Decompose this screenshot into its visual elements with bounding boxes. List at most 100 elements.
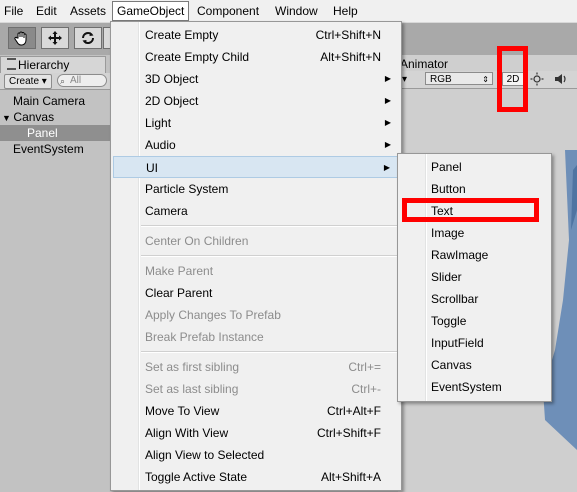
menu-item-set-last-sibling[interactable]: Set as last sibling Ctrl+- (111, 378, 401, 400)
hierarchy-item-label: Canvas (13, 110, 55, 124)
submenu-item-rawimage[interactable]: RawImage (398, 244, 551, 266)
create-button[interactable]: Create ▾ (4, 74, 52, 89)
menu-item-make-parent[interactable]: Make Parent (111, 260, 401, 282)
submenu-item-panel[interactable]: Panel (398, 156, 551, 178)
hierarchy-item-main-camera[interactable]: Main Camera (0, 93, 110, 109)
menu-item-label: Set as last sibling (145, 382, 239, 396)
rotate-tool-button[interactable] (74, 27, 102, 49)
list-icon (7, 58, 16, 70)
menu-item-3d-object[interactable]: 3D Object ▶ (111, 68, 401, 90)
menu-item-label: Particle System (145, 182, 229, 196)
submenu-item-image[interactable]: Image (398, 222, 551, 244)
menu-separator (141, 255, 399, 257)
menu-assets[interactable]: Assets (66, 2, 110, 20)
expand-triangle-icon[interactable]: ▼ (2, 113, 13, 123)
menu-help[interactable]: Help (329, 2, 362, 20)
submenu-arrow-icon: ▶ (384, 74, 391, 83)
render-mode-select[interactable]: RGB ⇕ (425, 72, 493, 85)
search-placeholder: All (70, 75, 82, 86)
shading-dropdown-arrow-icon[interactable]: ▾ (402, 74, 407, 85)
submenu-item-label: Canvas (431, 358, 472, 372)
menu-item-label: 2D Object (145, 94, 199, 108)
rotate-icon (82, 32, 94, 44)
menu-item-label: Clear Parent (145, 286, 213, 300)
submenu-arrow-icon: ▶ (384, 118, 391, 127)
hierarchy-item-label: Panel (27, 126, 58, 140)
hierarchy-toolbar: Create ▾ ⌕ All (0, 73, 110, 90)
hierarchy-item-canvas[interactable]: ▼ Canvas (0, 109, 110, 125)
submenu-item-scrollbar[interactable]: Scrollbar (398, 288, 551, 310)
gameobject-menu: Create Empty Ctrl+Shift+N Create Empty Ch… (110, 21, 402, 491)
submenu-item-label: Toggle (431, 314, 467, 328)
menu-item-clear-parent[interactable]: Clear Parent (111, 282, 401, 304)
menu-item-break-prefab-instance[interactable]: Break Prefab Instance (111, 326, 401, 348)
submenu-item-canvas[interactable]: Canvas (398, 354, 551, 376)
updown-arrow-icon: ⇕ (482, 75, 489, 84)
menu-item-shortcut: Ctrl+Shift+F (316, 426, 381, 440)
menu-item-label: Move To View (145, 404, 220, 418)
tab-animator[interactable]: Animator (400, 57, 448, 71)
menu-item-label: 3D Object (145, 72, 199, 86)
menu-item-label: Create Empty (145, 28, 219, 42)
menu-item-label: Make Parent (145, 264, 214, 278)
submenu-item-toggle[interactable]: Toggle (398, 310, 551, 332)
move-tool-button[interactable] (41, 27, 69, 49)
submenu-item-slider[interactable]: Slider (398, 266, 551, 288)
menu-item-particle-system[interactable]: Particle System (111, 178, 401, 200)
hierarchy-item-panel[interactable]: Panel (0, 125, 110, 141)
speaker-icon[interactable] (553, 72, 569, 86)
render-mode-value: RGB (430, 74, 452, 85)
highlight-box-2d (497, 46, 528, 112)
menu-item-label: Set as first sibling (145, 360, 240, 374)
menu-file[interactable]: File (0, 2, 27, 20)
menu-item-center-on-children[interactable]: Center On Children (111, 230, 401, 252)
submenu-item-label: Scrollbar (431, 292, 479, 306)
submenu-item-label: EventSystem (431, 380, 502, 394)
menu-item-audio[interactable]: Audio ▶ (111, 134, 401, 156)
menu-window[interactable]: Window (271, 2, 322, 20)
menu-item-label: UI (146, 161, 158, 175)
submenu-arrow-icon: ▶ (383, 163, 390, 172)
menu-item-align-with-view[interactable]: Align With View Ctrl+Shift+F (111, 422, 401, 444)
move-icon (48, 31, 62, 45)
menu-item-shortcut: Alt+Shift+N (320, 50, 381, 64)
hierarchy-panel: Hierarchy Create ▾ ⌕ All Main Camera ▼ Ca… (0, 55, 110, 492)
menu-item-create-empty[interactable]: Create Empty Ctrl+Shift+N (111, 24, 401, 46)
menu-item-shortcut: Alt+Shift+A (320, 470, 381, 484)
submenu-item-eventsystem[interactable]: EventSystem (398, 376, 551, 398)
menu-item-label: Light (145, 116, 172, 130)
submenu-item-label: RawImage (431, 248, 489, 262)
menu-item-move-to-view[interactable]: Move To View Ctrl+Alt+F (111, 400, 401, 422)
hand-tool-button[interactable] (8, 27, 36, 49)
sun-icon[interactable] (530, 72, 544, 86)
menu-item-label: Camera (145, 204, 188, 218)
submenu-item-label: Image (431, 226, 465, 240)
menu-item-2d-object[interactable]: 2D Object ▶ (111, 90, 401, 112)
menu-bar: File Edit Assets GameObject Component Wi… (0, 0, 577, 23)
menu-item-label: Apply Changes To Prefab (145, 308, 281, 322)
submenu-item-label: Slider (431, 270, 462, 284)
menu-item-ui[interactable]: UI ▶ (113, 156, 399, 178)
menu-item-create-empty-child[interactable]: Create Empty Child Alt+Shift+N (111, 46, 401, 68)
submenu-item-inputfield[interactable]: InputField (398, 332, 551, 354)
menu-item-camera[interactable]: Camera (111, 200, 401, 222)
submenu-arrow-icon: ▶ (384, 140, 391, 149)
menu-item-set-first-sibling[interactable]: Set as first sibling Ctrl+= (111, 356, 401, 378)
hierarchy-search-input[interactable]: ⌕ All (57, 74, 107, 87)
menu-item-light[interactable]: Light ▶ (111, 112, 401, 134)
menu-component[interactable]: Component (193, 2, 263, 20)
submenu-item-button[interactable]: Button (398, 178, 551, 200)
menu-item-shortcut: Ctrl+= (348, 360, 381, 374)
menu-item-shortcut: Ctrl+Alt+F (326, 404, 381, 418)
menu-item-align-view-to-selected[interactable]: Align View to Selected (111, 444, 401, 466)
hierarchy-item-label: EventSystem (13, 142, 84, 156)
menu-edit[interactable]: Edit (32, 2, 61, 20)
hand-icon (14, 31, 27, 46)
menu-separator (141, 225, 399, 227)
hierarchy-item-eventsystem[interactable]: EventSystem (0, 141, 110, 157)
menu-item-label: Create Empty Child (145, 50, 250, 64)
menu-item-apply-changes-to-prefab[interactable]: Apply Changes To Prefab (111, 304, 401, 326)
tab-hierarchy[interactable]: Hierarchy (0, 56, 106, 73)
menu-gameobject[interactable]: GameObject (112, 1, 190, 21)
menu-item-toggle-active-state[interactable]: Toggle Active State Alt+Shift+A (111, 466, 401, 488)
